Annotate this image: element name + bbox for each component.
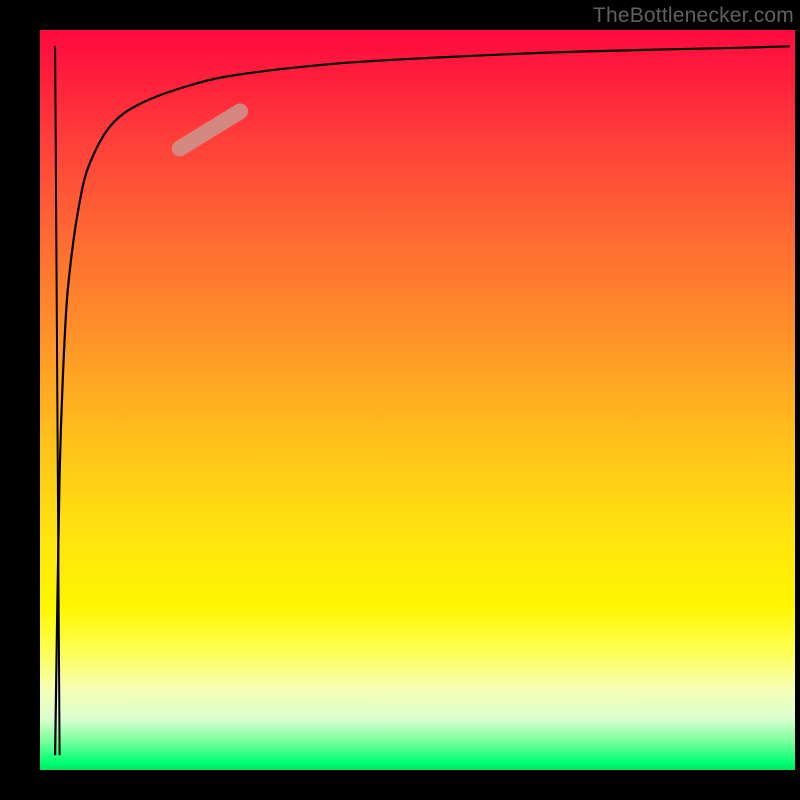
plot-area bbox=[40, 30, 795, 770]
chart-frame: TheBottlenecker.com bbox=[0, 0, 800, 800]
highlight-pill bbox=[180, 111, 240, 148]
bottleneck-curve bbox=[55, 46, 790, 755]
spike-path bbox=[55, 46, 60, 755]
watermark-text: TheBottlenecker.com bbox=[593, 4, 794, 28]
curve-layer bbox=[40, 30, 795, 770]
